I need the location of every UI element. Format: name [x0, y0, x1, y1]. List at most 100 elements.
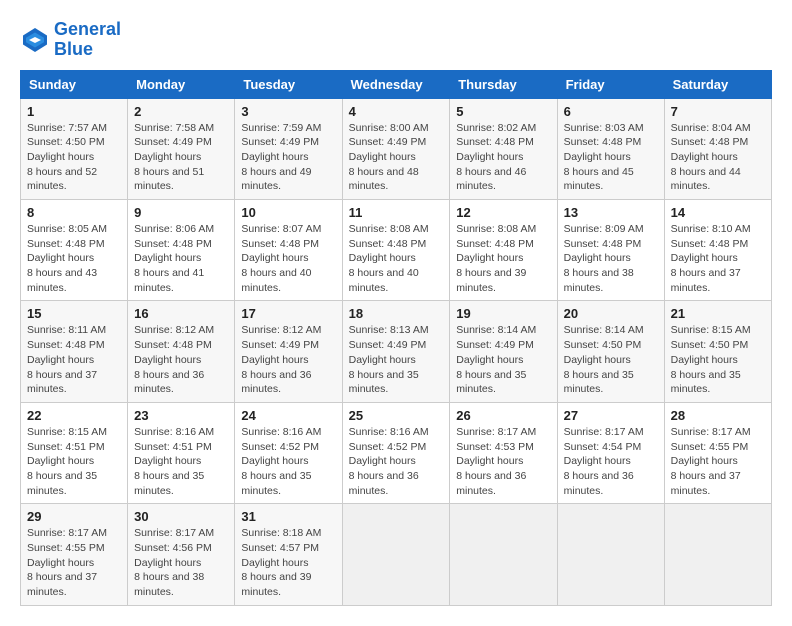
- calendar-cell: 18 Sunrise: 8:13 AM Sunset: 4:49 PM Dayl…: [342, 301, 450, 402]
- day-detail: Sunrise: 8:14 AM Sunset: 4:50 PM Dayligh…: [564, 323, 658, 396]
- calendar-cell: 15 Sunrise: 8:11 AM Sunset: 4:48 PM Dayl…: [21, 301, 128, 402]
- day-number: 30: [134, 509, 228, 524]
- day-number: 12: [456, 205, 550, 220]
- day-number: 23: [134, 408, 228, 423]
- day-detail: Sunrise: 8:17 AM Sunset: 4:53 PM Dayligh…: [456, 425, 550, 498]
- calendar-cell: 6 Sunrise: 8:03 AM Sunset: 4:48 PM Dayli…: [557, 98, 664, 199]
- day-detail: Sunrise: 8:15 AM Sunset: 4:51 PM Dayligh…: [27, 425, 121, 498]
- day-detail: Sunrise: 8:04 AM Sunset: 4:48 PM Dayligh…: [671, 121, 765, 194]
- day-detail: Sunrise: 8:16 AM Sunset: 4:51 PM Dayligh…: [134, 425, 228, 498]
- calendar-cell: 13 Sunrise: 8:09 AM Sunset: 4:48 PM Dayl…: [557, 200, 664, 301]
- logo: General Blue: [20, 20, 121, 60]
- day-number: 29: [27, 509, 121, 524]
- day-number: 17: [241, 306, 335, 321]
- calendar-week-3: 15 Sunrise: 8:11 AM Sunset: 4:48 PM Dayl…: [21, 301, 772, 402]
- calendar-cell: 3 Sunrise: 7:59 AM Sunset: 4:49 PM Dayli…: [235, 98, 342, 199]
- calendar-cell: 9 Sunrise: 8:06 AM Sunset: 4:48 PM Dayli…: [128, 200, 235, 301]
- day-number: 19: [456, 306, 550, 321]
- day-detail: Sunrise: 8:16 AM Sunset: 4:52 PM Dayligh…: [349, 425, 444, 498]
- calendar-cell: 30 Sunrise: 8:17 AM Sunset: 4:56 PM Dayl…: [128, 504, 235, 605]
- day-number: 27: [564, 408, 658, 423]
- day-detail: Sunrise: 8:14 AM Sunset: 4:49 PM Dayligh…: [456, 323, 550, 396]
- day-number: 26: [456, 408, 550, 423]
- day-number: 21: [671, 306, 765, 321]
- calendar-cell: [450, 504, 557, 605]
- day-detail: Sunrise: 8:18 AM Sunset: 4:57 PM Dayligh…: [241, 526, 335, 599]
- day-detail: Sunrise: 8:07 AM Sunset: 4:48 PM Dayligh…: [241, 222, 335, 295]
- day-number: 14: [671, 205, 765, 220]
- calendar-cell: 26 Sunrise: 8:17 AM Sunset: 4:53 PM Dayl…: [450, 402, 557, 503]
- calendar-cell: 8 Sunrise: 8:05 AM Sunset: 4:48 PM Dayli…: [21, 200, 128, 301]
- calendar-cell: 17 Sunrise: 8:12 AM Sunset: 4:49 PM Dayl…: [235, 301, 342, 402]
- day-detail: Sunrise: 8:05 AM Sunset: 4:48 PM Dayligh…: [27, 222, 121, 295]
- day-number: 31: [241, 509, 335, 524]
- calendar-cell: 21 Sunrise: 8:15 AM Sunset: 4:50 PM Dayl…: [664, 301, 771, 402]
- calendar-cell: 22 Sunrise: 8:15 AM Sunset: 4:51 PM Dayl…: [21, 402, 128, 503]
- weekday-header-saturday: Saturday: [664, 70, 771, 98]
- day-number: 13: [564, 205, 658, 220]
- day-number: 20: [564, 306, 658, 321]
- day-number: 16: [134, 306, 228, 321]
- day-number: 15: [27, 306, 121, 321]
- calendar-cell: 14 Sunrise: 8:10 AM Sunset: 4:48 PM Dayl…: [664, 200, 771, 301]
- calendar-cell: [557, 504, 664, 605]
- calendar-cell: 28 Sunrise: 8:17 AM Sunset: 4:55 PM Dayl…: [664, 402, 771, 503]
- day-number: 7: [671, 104, 765, 119]
- day-number: 4: [349, 104, 444, 119]
- calendar-header-row: SundayMondayTuesdayWednesdayThursdayFrid…: [21, 70, 772, 98]
- weekday-header-tuesday: Tuesday: [235, 70, 342, 98]
- day-detail: Sunrise: 8:00 AM Sunset: 4:49 PM Dayligh…: [349, 121, 444, 194]
- calendar-cell: 23 Sunrise: 8:16 AM Sunset: 4:51 PM Dayl…: [128, 402, 235, 503]
- day-detail: Sunrise: 8:02 AM Sunset: 4:48 PM Dayligh…: [456, 121, 550, 194]
- weekday-header-friday: Friday: [557, 70, 664, 98]
- day-detail: Sunrise: 8:11 AM Sunset: 4:48 PM Dayligh…: [27, 323, 121, 396]
- calendar-cell: 7 Sunrise: 8:04 AM Sunset: 4:48 PM Dayli…: [664, 98, 771, 199]
- calendar-cell: 25 Sunrise: 8:16 AM Sunset: 4:52 PM Dayl…: [342, 402, 450, 503]
- day-number: 25: [349, 408, 444, 423]
- calendar-cell: [664, 504, 771, 605]
- day-detail: Sunrise: 8:10 AM Sunset: 4:48 PM Dayligh…: [671, 222, 765, 295]
- calendar-week-4: 22 Sunrise: 8:15 AM Sunset: 4:51 PM Dayl…: [21, 402, 772, 503]
- day-detail: Sunrise: 8:12 AM Sunset: 4:49 PM Dayligh…: [241, 323, 335, 396]
- calendar-body: 1 Sunrise: 7:57 AM Sunset: 4:50 PM Dayli…: [21, 98, 772, 605]
- day-number: 28: [671, 408, 765, 423]
- day-detail: Sunrise: 8:16 AM Sunset: 4:52 PM Dayligh…: [241, 425, 335, 498]
- calendar-cell: 27 Sunrise: 8:17 AM Sunset: 4:54 PM Dayl…: [557, 402, 664, 503]
- day-number: 6: [564, 104, 658, 119]
- calendar-cell: 1 Sunrise: 7:57 AM Sunset: 4:50 PM Dayli…: [21, 98, 128, 199]
- logo-text: General Blue: [54, 20, 121, 60]
- calendar-week-5: 29 Sunrise: 8:17 AM Sunset: 4:55 PM Dayl…: [21, 504, 772, 605]
- day-number: 22: [27, 408, 121, 423]
- day-detail: Sunrise: 8:17 AM Sunset: 4:56 PM Dayligh…: [134, 526, 228, 599]
- calendar-cell: 12 Sunrise: 8:08 AM Sunset: 4:48 PM Dayl…: [450, 200, 557, 301]
- calendar-cell: 20 Sunrise: 8:14 AM Sunset: 4:50 PM Dayl…: [557, 301, 664, 402]
- day-detail: Sunrise: 7:57 AM Sunset: 4:50 PM Dayligh…: [27, 121, 121, 194]
- weekday-header-wednesday: Wednesday: [342, 70, 450, 98]
- day-detail: Sunrise: 8:09 AM Sunset: 4:48 PM Dayligh…: [564, 222, 658, 295]
- day-number: 5: [456, 104, 550, 119]
- calendar-cell: 2 Sunrise: 7:58 AM Sunset: 4:49 PM Dayli…: [128, 98, 235, 199]
- day-number: 24: [241, 408, 335, 423]
- weekday-header-sunday: Sunday: [21, 70, 128, 98]
- day-number: 10: [241, 205, 335, 220]
- calendar-cell: 5 Sunrise: 8:02 AM Sunset: 4:48 PM Dayli…: [450, 98, 557, 199]
- day-number: 8: [27, 205, 121, 220]
- day-detail: Sunrise: 8:08 AM Sunset: 4:48 PM Dayligh…: [349, 222, 444, 295]
- day-number: 2: [134, 104, 228, 119]
- day-detail: Sunrise: 8:17 AM Sunset: 4:55 PM Dayligh…: [671, 425, 765, 498]
- calendar-cell: 11 Sunrise: 8:08 AM Sunset: 4:48 PM Dayl…: [342, 200, 450, 301]
- day-number: 9: [134, 205, 228, 220]
- day-detail: Sunrise: 8:12 AM Sunset: 4:48 PM Dayligh…: [134, 323, 228, 396]
- day-detail: Sunrise: 8:17 AM Sunset: 4:54 PM Dayligh…: [564, 425, 658, 498]
- calendar-week-1: 1 Sunrise: 7:57 AM Sunset: 4:50 PM Dayli…: [21, 98, 772, 199]
- day-number: 1: [27, 104, 121, 119]
- calendar-cell: [342, 504, 450, 605]
- calendar-cell: 10 Sunrise: 8:07 AM Sunset: 4:48 PM Dayl…: [235, 200, 342, 301]
- page-header: General Blue: [20, 20, 772, 60]
- calendar-cell: 31 Sunrise: 8:18 AM Sunset: 4:57 PM Dayl…: [235, 504, 342, 605]
- day-detail: Sunrise: 8:08 AM Sunset: 4:48 PM Dayligh…: [456, 222, 550, 295]
- weekday-header-thursday: Thursday: [450, 70, 557, 98]
- day-detail: Sunrise: 8:13 AM Sunset: 4:49 PM Dayligh…: [349, 323, 444, 396]
- day-detail: Sunrise: 8:17 AM Sunset: 4:55 PM Dayligh…: [27, 526, 121, 599]
- day-number: 3: [241, 104, 335, 119]
